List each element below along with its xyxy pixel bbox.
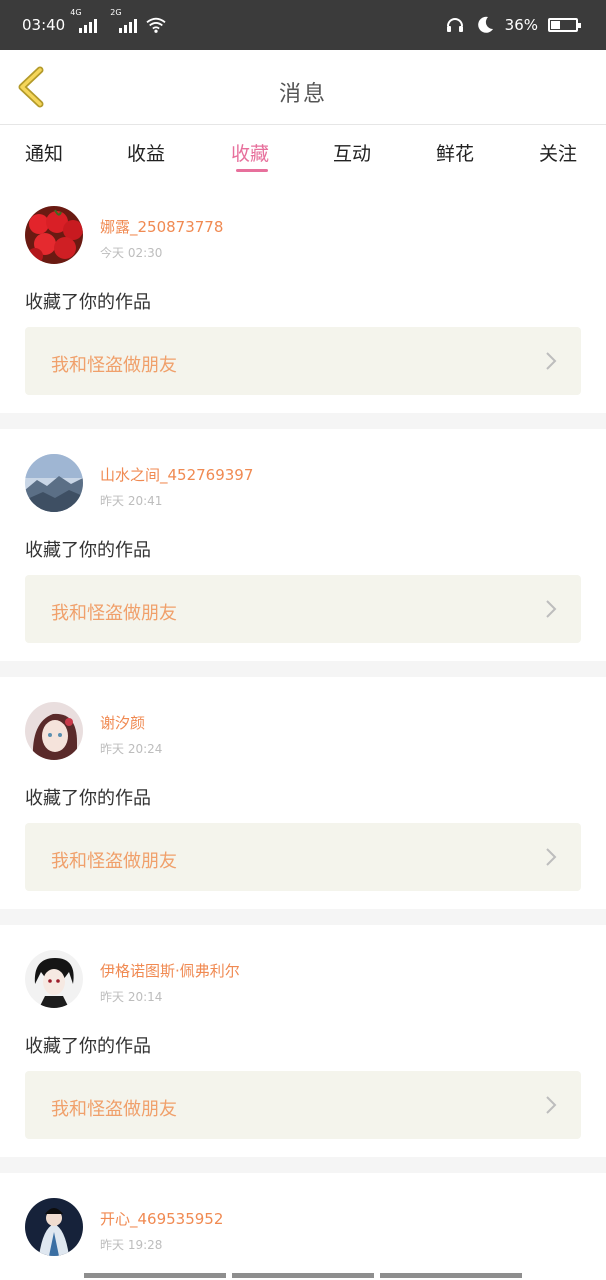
tab-favorites[interactable]: 收藏	[231, 139, 269, 166]
message-card: 山水之间_452769397 昨天 20:41 收藏了你的作品 我和怪盗做朋友	[0, 429, 606, 661]
avatar[interactable]	[25, 206, 83, 264]
tab-interactions[interactable]: 互动	[333, 139, 371, 166]
username[interactable]: 山水之间_452769397	[100, 464, 253, 485]
avatar[interactable]	[25, 950, 83, 1008]
username[interactable]: 伊格诺图斯·佩弗利尔	[100, 960, 240, 981]
mountains-avatar-icon	[25, 454, 83, 512]
work-title: 我和怪盗做朋友	[51, 851, 177, 872]
chevron-right-icon	[546, 848, 557, 866]
work-title: 我和怪盗做朋友	[51, 603, 177, 624]
action-text: 收藏了你的作品	[25, 1036, 151, 1057]
divider	[0, 661, 606, 677]
message-card: 谢汐颜 昨天 20:24 收藏了你的作品 我和怪盗做朋友	[0, 677, 606, 909]
avatar[interactable]	[25, 454, 83, 512]
timestamp: 昨天 19:28	[100, 1238, 163, 1252]
divider	[0, 413, 606, 429]
work-link[interactable]: 我和怪盗做朋友	[25, 1071, 581, 1139]
headset-icon	[446, 18, 463, 32]
moon-icon	[477, 16, 493, 33]
timestamp: 昨天 20:14	[100, 990, 163, 1004]
signal-icon-2: 2G	[110, 8, 138, 33]
tab-following[interactable]: 关注	[539, 139, 577, 166]
timestamp: 昨天 20:24	[100, 742, 163, 756]
work-link[interactable]: 我和怪盗做朋友	[25, 575, 581, 643]
signal-icon: 4G	[70, 8, 98, 33]
work-link[interactable]: 我和怪盗做朋友	[25, 823, 581, 891]
work-link[interactable]: 我和怪盗做朋友	[25, 327, 581, 395]
avatar[interactable]	[25, 702, 83, 760]
timestamp: 今天 02:30	[100, 246, 163, 260]
timestamp: 昨天 20:41	[100, 494, 163, 508]
chevron-right-icon	[546, 352, 557, 370]
costume-figure-avatar-icon	[25, 1198, 83, 1256]
tab-flowers[interactable]: 鲜花	[436, 139, 474, 166]
divider	[0, 909, 606, 925]
battery-percent: 36%	[504, 16, 538, 34]
username[interactable]: 谢汐颜	[100, 712, 145, 733]
tab-earnings[interactable]: 收益	[127, 139, 165, 166]
page-title: 消息	[278, 82, 327, 107]
active-tab-indicator	[236, 169, 268, 172]
wifi-icon	[146, 17, 166, 33]
header: 消息	[0, 50, 606, 125]
action-text: 收藏了你的作品	[25, 292, 151, 313]
chevron-right-icon	[546, 1096, 557, 1114]
clock: 03:40	[22, 16, 66, 34]
cherries-avatar-icon	[25, 206, 83, 264]
status-bar: 03:40 4G 2G 36%	[0, 0, 606, 50]
message-card: 开心_469535952 昨天 19:28	[0, 1173, 606, 1280]
divider	[0, 1157, 606, 1173]
scroll-indicator	[84, 1273, 522, 1278]
tab-bar: 通知 收益 收藏 互动 鲜花 关注	[0, 125, 606, 181]
action-text: 收藏了你的作品	[25, 788, 151, 809]
action-text: 收藏了你的作品	[25, 540, 151, 561]
message-card: 伊格诺图斯·佩弗利尔 昨天 20:14 收藏了你的作品 我和怪盗做朋友	[0, 925, 606, 1157]
username[interactable]: 开心_469535952	[100, 1208, 223, 1229]
battery-icon	[548, 18, 581, 32]
chevron-right-icon	[546, 600, 557, 618]
anime-girl-avatar-icon	[25, 702, 83, 760]
work-title: 我和怪盗做朋友	[51, 355, 177, 376]
message-card: 娜露_250873778 今天 02:30 收藏了你的作品 我和怪盗做朋友	[0, 181, 606, 413]
work-title: 我和怪盗做朋友	[51, 1099, 177, 1120]
avatar[interactable]	[25, 1198, 83, 1256]
tab-notifications[interactable]: 通知	[25, 139, 63, 166]
username[interactable]: 娜露_250873778	[100, 216, 223, 237]
anime-boy-avatar-icon	[25, 950, 83, 1008]
